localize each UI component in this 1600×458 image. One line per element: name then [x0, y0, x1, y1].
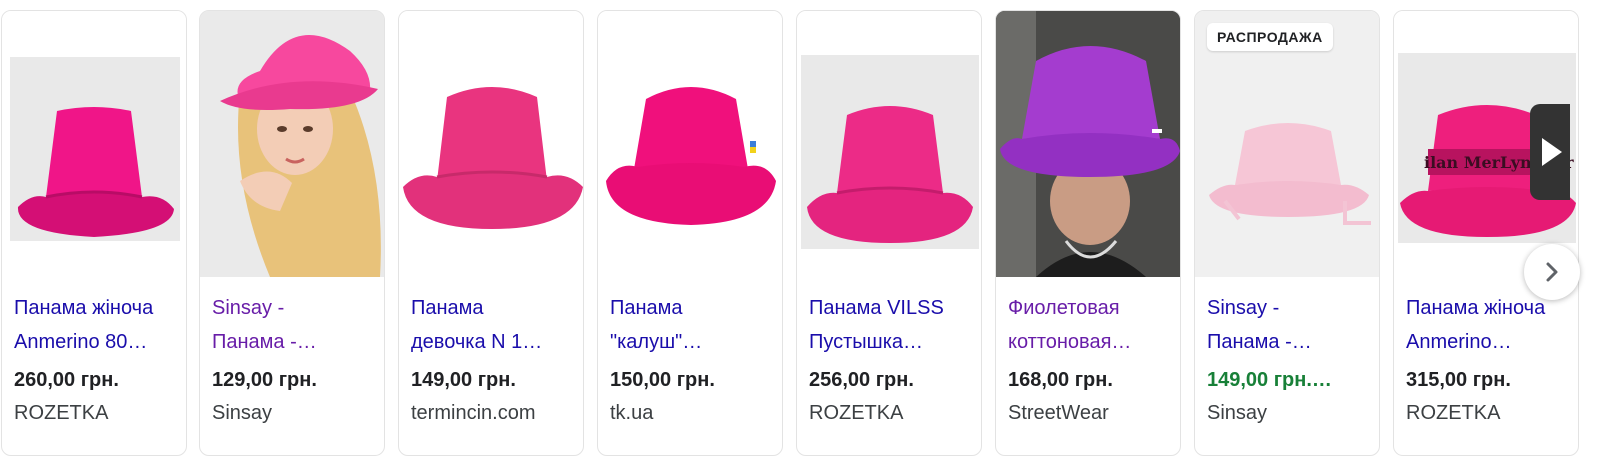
product-title-line2[interactable]: девочка N 1… [411, 325, 575, 359]
store-name: ROZETKA [1406, 402, 1501, 424]
product-image[interactable] [399, 11, 583, 277]
product-title-line2[interactable]: Anmerino 80… [14, 325, 178, 359]
product-card[interactable]: Панама VILSS Пустышка… 256,00 грн. ROZET… [796, 10, 982, 456]
product-price: 315,00 грн. [1406, 369, 1511, 391]
store-name: tk.ua [610, 402, 654, 424]
bucket-hat-image [606, 87, 776, 225]
carousel-next-button[interactable] [1524, 244, 1580, 300]
product-image[interactable] [200, 11, 384, 277]
product-price: 168,00 грн. [1008, 369, 1113, 391]
product-info: Панама жіноча Anmerino 80… 260,00 грн. R… [14, 291, 178, 427]
product-info: Sinsay - Панама -… 129,00 грн. Sinsay [212, 291, 376, 427]
store-name: Sinsay [212, 402, 273, 424]
product-image[interactable]: РАСПРОДАЖА [1195, 11, 1379, 277]
product-card[interactable]: РАСПРОДАЖА Sinsay - Панама -… 149,00 грн… [1194, 10, 1380, 456]
product-info: Панама VILSS Пустышка… 256,00 грн. ROZET… [809, 291, 973, 427]
product-info: Фиолетовая коттоновая… 168,00 грн. Stree… [1008, 291, 1172, 427]
product-title-line1[interactable]: Фиолетовая [1008, 291, 1172, 325]
product-title-line2[interactable]: "калуш"… [610, 325, 774, 359]
product-image[interactable] [797, 11, 981, 277]
product-price: 260,00 грн. [14, 369, 119, 391]
person-wearing-hat-image [996, 11, 1180, 277]
product-title-line2[interactable]: Панама -… [1207, 325, 1371, 359]
model-wearing-hat-image [200, 11, 384, 277]
product-card[interactable]: Фиолетовая коттоновая… 168,00 грн. Stree… [995, 10, 1181, 456]
product-image[interactable] [996, 11, 1180, 277]
product-title-line2[interactable]: Панама -… [212, 325, 376, 359]
product-card[interactable]: Панама "калуш"… 150,00 грн. tk.ua [597, 10, 783, 456]
bucket-hat-image [403, 87, 583, 229]
product-title-line1[interactable]: Панама жіноча [14, 291, 178, 325]
product-title-line1[interactable]: Панама VILSS [809, 291, 973, 325]
sale-badge: РАСПРОДАЖА [1207, 23, 1333, 51]
product-title-line1[interactable]: Sinsay - [212, 291, 376, 325]
product-image[interactable] [598, 11, 782, 277]
chevron-right-icon [1546, 262, 1558, 282]
product-price: 129,00 грн. [212, 369, 317, 391]
product-title-line2[interactable]: коттоновая… [1008, 325, 1172, 359]
store-name: ROZETKA [14, 402, 109, 424]
product-card[interactable]: Панама жіноча Anmerino 80… 260,00 грн. R… [1, 10, 187, 456]
product-card[interactable]: Sinsay - Панама -… 129,00 грн. Sinsay [199, 10, 385, 456]
product-title-line2[interactable]: Пустышка… [809, 325, 973, 359]
product-carousel: Панама жіноча Anmerino 80… 260,00 грн. R… [0, 0, 1600, 458]
product-price: 256,00 грн. [809, 369, 914, 391]
product-info: Панама "калуш"… 150,00 грн. tk.ua [610, 291, 774, 427]
product-title-line2[interactable]: Anmerino… [1406, 325, 1570, 359]
store-name: Sinsay [1207, 402, 1268, 424]
bucket-hat-image [807, 106, 973, 243]
store-name: ROZETKA [809, 402, 904, 424]
store-name: termincin.com [411, 402, 536, 424]
play-icon [1542, 138, 1562, 166]
product-title-line1[interactable]: Панама [411, 291, 575, 325]
product-title-line1[interactable]: Панама [610, 291, 774, 325]
product-info: Панама девочка N 1… 149,00 грн. terminci… [411, 291, 575, 427]
product-card[interactable]: ilan MerLyn Mer Панама жіноча Anmerino… … [1393, 10, 1579, 456]
product-info: Панама жіноча Anmerino… 315,00 грн. ROZE… [1406, 291, 1570, 427]
bucket-hat-image [17, 107, 174, 237]
image-next-button[interactable] [1530, 104, 1570, 200]
product-price: 149,00 грн. [411, 369, 516, 391]
store-name: StreetWear [1008, 402, 1109, 424]
product-title-line1[interactable]: Sinsay - [1207, 291, 1371, 325]
product-price: 149,00 грн.… [1207, 369, 1332, 391]
product-price: 150,00 грн. [610, 369, 715, 391]
product-card[interactable]: Панама девочка N 1… 149,00 грн. terminci… [398, 10, 584, 456]
product-image[interactable] [2, 11, 186, 277]
product-info: Sinsay - Панама -… 149,00 грн.… Sinsay [1207, 291, 1371, 427]
